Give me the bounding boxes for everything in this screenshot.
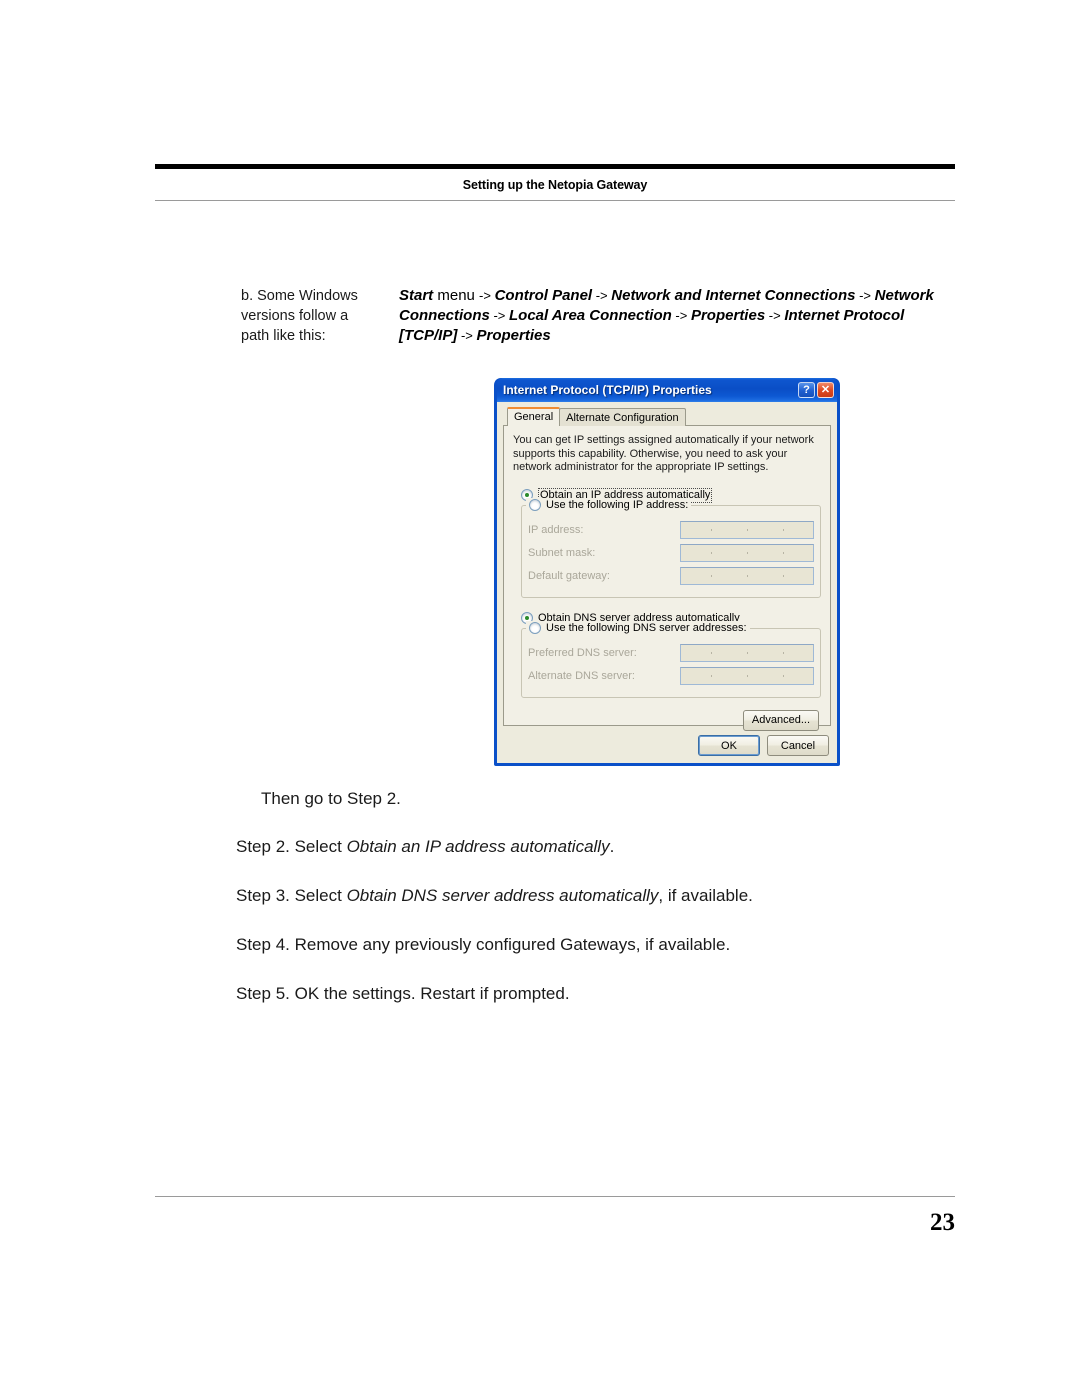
page-header-title: Setting up the Netopia Gateway <box>462 178 648 192</box>
dialog-description: You can get IP settings assigned automat… <box>513 434 814 473</box>
steps-block: Then go to Step 2. Step 2. Select Obtain… <box>236 789 876 1032</box>
footer-rule <box>155 1196 955 1197</box>
field-row-default-gateway: Default gateway: <box>528 566 814 586</box>
cancel-button[interactable]: Cancel <box>767 735 829 756</box>
dialog-titlebar[interactable]: Internet Protocol (TCP/IP) Properties ? … <box>497 378 837 402</box>
ip-separator-dot <box>782 552 784 553</box>
menu-path-segment: -> <box>855 288 875 303</box>
dialog-body: General Alternate Configuration You can … <box>497 402 837 763</box>
menu-path-segment: Properties <box>476 327 551 344</box>
ip-separator-dot <box>782 529 784 530</box>
field-row-subnet-mask: Subnet mask: <box>528 543 814 563</box>
menu-path-segment: -> <box>489 308 509 323</box>
input-default-gateway[interactable] <box>680 566 814 585</box>
ok-button[interactable]: OK <box>698 735 760 756</box>
ip-separator-dot <box>782 575 784 576</box>
ip-separator-dot <box>746 552 748 553</box>
dialog-title: Internet Protocol (TCP/IP) Properties <box>503 383 712 397</box>
field-row-ip-address: IP address: <box>528 520 814 540</box>
step-text: . <box>609 837 615 856</box>
menu-path-segment: -> <box>479 288 495 303</box>
help-icon[interactable]: ? <box>798 382 815 398</box>
intro-left-line-2: versions follow a <box>241 308 349 324</box>
ip-separator-dot <box>746 529 748 530</box>
menu-path-segment: -> <box>671 308 691 323</box>
group-use-following-ip: Use the following IP address: IP address… <box>521 497 821 598</box>
step-text: , if available. <box>658 886 753 905</box>
radio-use-following-dns-label: Use the following DNS server addresses: <box>546 622 747 634</box>
ip-separator-dot <box>782 652 784 653</box>
tcpip-properties-dialog: Internet Protocol (TCP/IP) Properties ? … <box>494 378 840 766</box>
input-preferred-dns-server[interactable] <box>680 643 814 662</box>
intro-left-line-3: path like this: <box>241 328 326 344</box>
tab-general[interactable]: General <box>507 407 561 426</box>
menu-path-segment: menu <box>433 287 480 304</box>
step-text: Step 2. Select <box>236 837 347 856</box>
menu-path-segment: Start <box>399 287 434 304</box>
page-header: Setting up the Netopia Gateway <box>155 164 955 201</box>
step-item-5: Step 5. OK the settings. Restart if prom… <box>236 983 876 1005</box>
intro-left-column: b. Some Windows versions follow a path l… <box>241 286 399 346</box>
label-ip-address: IP address: <box>528 523 584 536</box>
advanced-button-wrap: Advanced... <box>513 709 821 731</box>
step-emphasis: Obtain an IP address automatically <box>346 837 610 856</box>
ip-separator-dot <box>746 652 748 653</box>
input-subnet-mask[interactable] <box>680 543 814 562</box>
page-number: 23 <box>930 1209 955 1236</box>
ip-separator-dot <box>746 675 748 676</box>
ip-separator-dot <box>746 575 748 576</box>
header-rule-thin <box>155 200 955 201</box>
radio-use-following-dns-icon[interactable] <box>529 622 541 634</box>
label-default-gateway: Default gateway: <box>528 569 610 582</box>
step-text: Step 4. Remove any previously configured… <box>236 935 731 954</box>
step-item-2: Step 2. Select Obtain an IP address auto… <box>236 836 876 858</box>
input-alternate-dns-server[interactable] <box>680 666 814 685</box>
header-rule-thick <box>155 164 955 169</box>
page-footer: 23 <box>155 1196 955 1237</box>
menu-path-segment: Network and Internet Connections <box>611 287 856 304</box>
menu-path-text: Start menu -> Control Panel -> Network a… <box>399 286 941 346</box>
group-use-following-dns: Use the following DNS server addresses: … <box>521 620 821 698</box>
step-emphasis: Obtain DNS server address automatically <box>346 886 659 905</box>
label-alternate-dns-server: Alternate DNS server: <box>528 669 635 682</box>
field-row-alternate-dns: Alternate DNS server: <box>528 666 814 686</box>
ip-separator-dot <box>710 652 712 653</box>
tab-panel-general: You can get IP settings assigned automat… <box>503 425 831 731</box>
input-ip-address[interactable] <box>680 520 814 539</box>
step-text: Step 3. Select <box>236 886 347 905</box>
menu-path-segment: -> <box>765 308 785 323</box>
then-go-to-step: Then go to Step 2. <box>261 789 401 808</box>
dialog-footer-buttons: OK Cancel <box>503 735 831 756</box>
menu-path-segment: -> <box>592 288 612 303</box>
radio-row-use-following-dns[interactable]: Use the following DNS server addresses: <box>526 620 750 636</box>
menu-path-segment: Local Area Connection <box>509 307 672 324</box>
dialog-titlebar-buttons: ? ✕ <box>798 382 834 398</box>
advanced-button[interactable]: Advanced... <box>742 709 819 731</box>
radio-row-use-following-ip[interactable]: Use the following IP address: <box>526 497 692 513</box>
menu-path-segment: Control Panel <box>494 287 593 304</box>
label-subnet-mask: Subnet mask: <box>528 546 596 559</box>
ip-separator-dot <box>710 575 712 576</box>
step-text: Step 5. OK the settings. Restart if prom… <box>236 984 570 1003</box>
radio-use-following-ip-icon[interactable] <box>529 499 541 511</box>
field-row-preferred-dns: Preferred DNS server: <box>528 643 814 663</box>
close-icon[interactable]: ✕ <box>817 382 834 398</box>
tab-alternate-configuration[interactable]: Alternate Configuration <box>559 408 686 426</box>
ip-separator-dot <box>782 675 784 676</box>
ip-separator-dot <box>710 552 712 553</box>
menu-path-segment: Properties <box>690 307 766 324</box>
radio-use-following-ip-label: Use the following IP address: <box>546 499 689 511</box>
step-item-3: Step 3. Select Obtain DNS server address… <box>236 885 876 907</box>
label-preferred-dns-server: Preferred DNS server: <box>528 646 637 659</box>
dialog-tabstrip: General Alternate Configuration <box>503 407 831 426</box>
intro-left-line-1: b. Some Windows <box>241 288 358 304</box>
ip-separator-dot <box>710 529 712 530</box>
step-item-4: Step 4. Remove any previously configured… <box>236 934 876 956</box>
menu-path-segment: -> <box>457 328 477 343</box>
ip-separator-dot <box>710 675 712 676</box>
intro-block: b. Some Windows versions follow a path l… <box>241 286 941 346</box>
